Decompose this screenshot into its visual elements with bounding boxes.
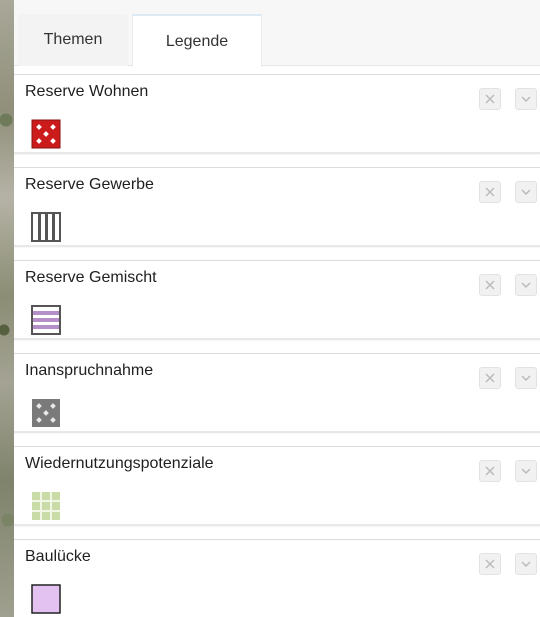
legend-item-label: Reserve Gewerbe [25, 176, 154, 193]
gray-vertical-stripes-swatch [31, 212, 61, 242]
green-grid-swatch [31, 491, 61, 521]
tab-bar: Themen Legende [14, 0, 540, 67]
close-button[interactable] [479, 88, 501, 110]
close-button[interactable] [479, 181, 501, 203]
red-diamond-pattern-swatch [31, 119, 61, 149]
chevron-down-icon [521, 189, 531, 195]
tab-legende[interactable]: Legende [132, 14, 262, 67]
chevron-down-icon [521, 375, 531, 381]
legend-item-label: Inanspruchnahme [25, 362, 154, 379]
legend-item-label: Reserve Wohnen [25, 83, 149, 100]
map-background[interactable] [0, 0, 14, 617]
close-button[interactable] [479, 460, 501, 482]
close-icon [485, 187, 495, 197]
violet-horizontal-stripes-swatch [31, 305, 61, 335]
legend-item-label: Wiedernutzungspotenziale [25, 455, 214, 472]
close-icon [485, 373, 495, 383]
close-icon [485, 94, 495, 104]
close-button[interactable] [479, 274, 501, 296]
legend-item-inanspruchnahme: Inanspruchnahme [14, 353, 540, 433]
legend-item-label: Reserve Gemischt [25, 269, 157, 286]
legend-item-label: Baulücke [25, 548, 91, 565]
expand-button[interactable] [515, 367, 537, 389]
gray-diamond-pattern-swatch [31, 398, 61, 428]
chevron-down-icon [521, 96, 531, 102]
expand-button[interactable] [515, 88, 537, 110]
expand-button[interactable] [515, 274, 537, 296]
chevron-down-icon [521, 282, 531, 288]
close-icon [485, 559, 495, 569]
layer-panel: Themen Legende Reserve Wohnen Reserve Ge… [14, 0, 540, 617]
lilac-filled-swatch [31, 584, 61, 614]
expand-button[interactable] [515, 460, 537, 482]
legend-item-reserve-wohnen: Reserve Wohnen [14, 74, 540, 154]
expand-button[interactable] [515, 181, 537, 203]
legend-item-reserve-gewerbe: Reserve Gewerbe [14, 167, 540, 247]
legend-item-bauluecke: Baulücke [14, 539, 540, 617]
close-button[interactable] [479, 367, 501, 389]
close-button[interactable] [479, 553, 501, 575]
chevron-down-icon [521, 468, 531, 474]
legend-item-wiedernutzungspotenziale: Wiedernutzungspotenziale [14, 446, 540, 526]
close-icon [485, 466, 495, 476]
expand-button[interactable] [515, 553, 537, 575]
chevron-down-icon [521, 561, 531, 567]
tab-themen[interactable]: Themen [18, 14, 128, 66]
close-icon [485, 280, 495, 290]
legend-item-reserve-gemischt: Reserve Gemischt [14, 260, 540, 340]
